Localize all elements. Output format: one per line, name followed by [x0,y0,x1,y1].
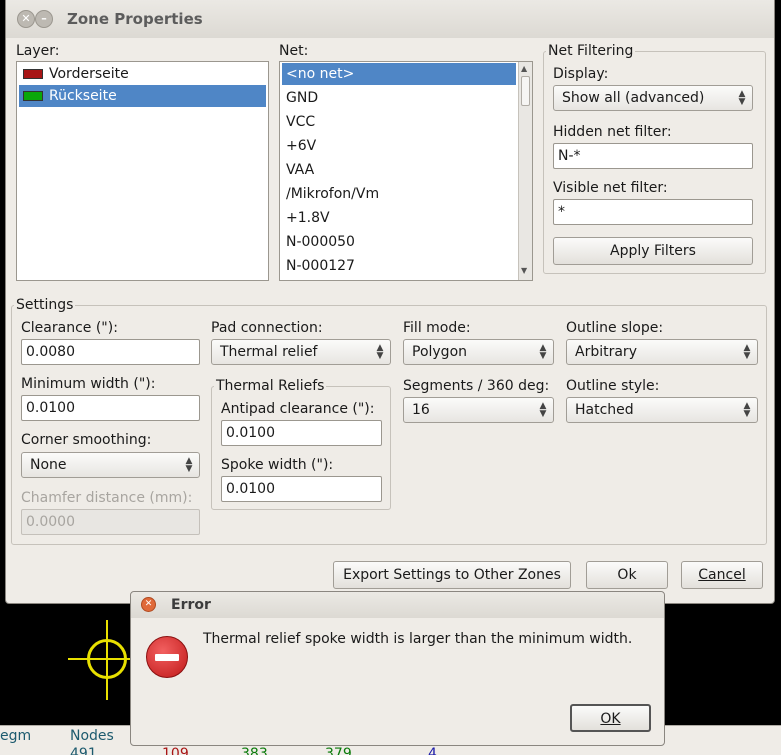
chevron-updown-icon: ▲ ▼ [743,343,751,361]
net-item[interactable]: +6V [282,135,516,157]
status-value: 379 [325,746,352,755]
pad-connection-select[interactable]: Thermal relief ▲ ▼ [211,339,391,365]
chevron-updown-icon: ▲ ▼ [539,343,547,361]
clearance-label: Clearance ("): [21,320,118,336]
visible-net-filter-input[interactable]: * [553,199,753,225]
error-ok-button[interactable]: OK [570,704,651,732]
layer-list[interactable]: Vorderseite Rückseite [16,61,269,281]
antipad-clearance-label: Antipad clearance ("): [221,401,375,417]
net-list[interactable]: <no net> GND VCC +6V VAA /Mikrofon/Vm +1… [279,61,533,281]
minimum-width-label: Minimum width ("): [21,376,156,392]
error-title: Error [171,597,211,613]
chamfer-distance-label: Chamfer distance (mm): [21,490,193,506]
hidden-net-filter-input[interactable]: N-* [553,143,753,169]
minimize-icon[interactable]: – [35,10,53,28]
antipad-clearance-input[interactable]: 0.0100 [221,420,382,446]
layer-color-swatch [23,69,43,79]
chevron-updown-icon: ▲ ▼ [539,401,547,419]
export-settings-button[interactable]: Export Settings to Other Zones [333,561,571,589]
net-filtering-title: Net Filtering [546,43,636,59]
spoke-width-label: Spoke width ("): [221,457,334,473]
chevron-updown-icon: ▲ ▼ [376,343,384,361]
outline-slope-label: Outline slope: [566,320,664,336]
net-item[interactable]: +1.8V [282,207,516,229]
status-header: Nodes [70,728,114,744]
outline-slope-select[interactable]: Arbitrary ▲ ▼ [566,339,758,365]
zone-properties-dialog: ✕ – Zone Properties Layer: Vorderseite R… [5,0,775,604]
net-item[interactable]: <no net> [282,63,516,85]
net-item[interactable]: VCC [282,111,516,133]
status-value: 4 [428,746,437,755]
visible-net-filter-label: Visible net filter: [553,180,668,196]
title-bar: ✕ – Zone Properties [6,0,774,38]
clearance-input[interactable]: 0.0080 [21,339,200,365]
chevron-updown-icon: ▲ ▼ [185,456,193,474]
apply-filters-button[interactable]: Apply Filters [553,237,753,265]
layer-color-swatch [23,91,43,101]
hidden-net-filter-label: Hidden net filter: [553,124,672,140]
ok-button[interactable]: Ok [586,561,668,589]
segments-label: Segments / 360 deg: [403,378,550,394]
net-item[interactable]: /Mikrofon/Vm [282,183,516,205]
layer-label: Layer: [16,43,60,59]
fill-mode-label: Fill mode: [403,320,471,336]
scroll-thumb[interactable] [521,76,530,106]
net-list-scrollbar[interactable]: ▲ ▼ [518,62,532,280]
fill-mode-select[interactable]: Polygon ▲ ▼ [403,339,554,365]
net-label: Net: [279,43,309,59]
status-value: 491 [70,746,97,755]
cancel-button[interactable]: Cancel [681,561,763,589]
thermal-reliefs-title: Thermal Reliefs [214,378,327,394]
scroll-up-icon[interactable]: ▲ [521,64,527,73]
segments-select[interactable]: 16 ▲ ▼ [403,397,554,423]
chevron-updown-icon: ▲ ▼ [743,401,751,419]
close-icon[interactable]: ✕ [17,10,35,28]
net-item[interactable]: VAA [282,159,516,181]
net-item[interactable]: N-000050 [282,231,516,253]
corner-smoothing-label: Corner smoothing: [21,432,152,448]
layer-item-rueckseite[interactable]: Rückseite [19,85,266,107]
net-item[interactable]: GND [282,87,516,109]
status-value: 383 [241,746,268,755]
status-header: egm [0,728,32,744]
outline-style-label: Outline style: [566,378,660,394]
error-dialog: ✕ Error Thermal relief spoke width is la… [130,591,665,746]
corner-smoothing-select[interactable]: None ▲ ▼ [21,452,200,478]
display-select[interactable]: Show all (advanced) ▲ ▼ [553,85,753,111]
outline-style-select[interactable]: Hatched ▲ ▼ [566,397,758,423]
status-value: 109 [162,746,189,755]
chevron-updown-icon: ▲ ▼ [738,89,746,107]
error-stop-icon [146,636,188,678]
net-item[interactable]: N-000127 [282,255,516,277]
error-message: Thermal relief spoke width is larger tha… [203,631,633,647]
chamfer-distance-input: 0.0000 [21,509,200,535]
settings-title: Settings [14,297,76,313]
minimum-width-input[interactable]: 0.0100 [21,395,200,421]
pad-connection-label: Pad connection: [211,320,323,336]
spoke-width-input[interactable]: 0.0100 [221,476,382,502]
window-title: Zone Properties [67,10,203,28]
layer-item-vorderseite[interactable]: Vorderseite [19,63,266,85]
scroll-down-icon[interactable]: ▼ [521,266,527,275]
close-icon[interactable]: ✕ [141,597,156,612]
display-label: Display: [553,66,609,82]
error-title-bar: ✕ Error [131,592,664,618]
